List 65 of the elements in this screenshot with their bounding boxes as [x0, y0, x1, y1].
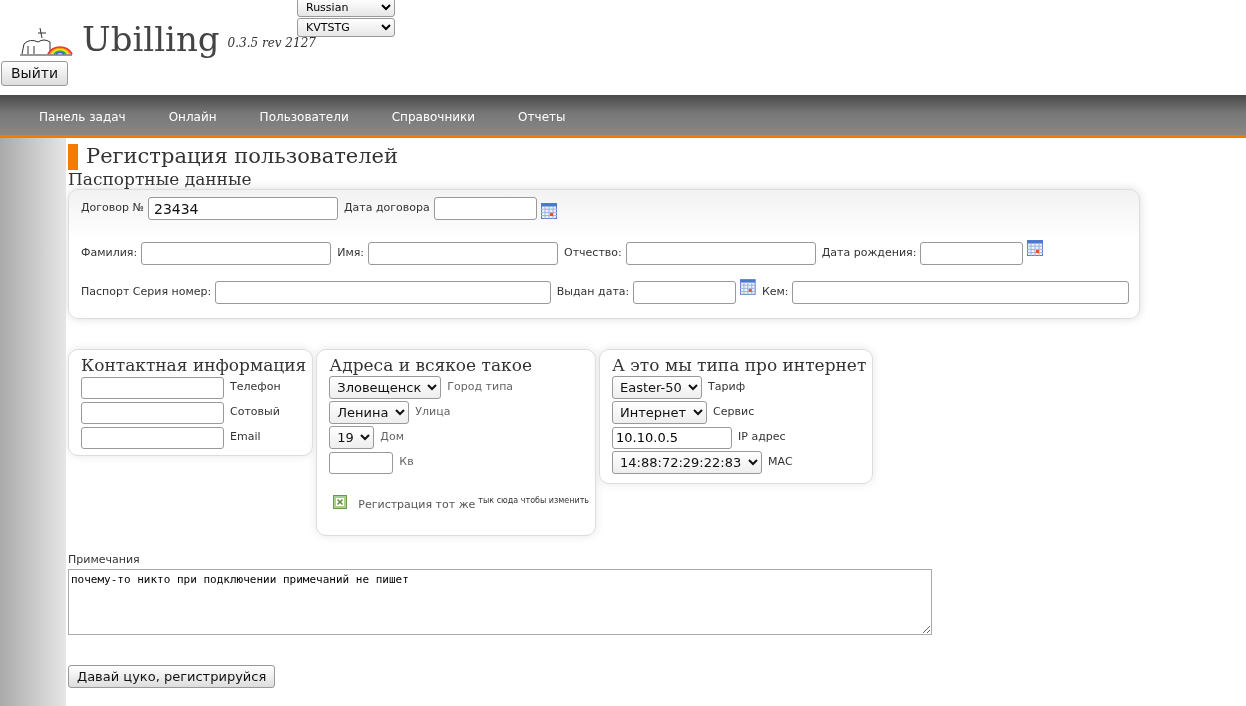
- calendar-icon: [740, 278, 756, 295]
- calendar-icon: [540, 202, 557, 219]
- field-label: Кв: [399, 454, 414, 471]
- input-field[interactable]: [792, 280, 1129, 304]
- field-label: Имя:: [337, 244, 365, 261]
- field-label: IP адрес: [738, 429, 786, 446]
- select-field[interactable]: 14:88:72:29:22:83: [612, 451, 763, 475]
- input-field[interactable]: [633, 280, 737, 304]
- field-label: Отчество:: [564, 244, 622, 261]
- version-text: 0.3.5 rev 2127: [227, 35, 316, 52]
- input-field[interactable]: [368, 241, 559, 265]
- submit-button[interactable]: Давай цуко, регистрируйся: [68, 664, 276, 689]
- skin-select[interactable]: KVTSTG: [297, 18, 395, 37]
- nav-link[interactable]: Панель задач: [39, 108, 126, 135]
- select-field[interactable]: 19: [329, 426, 375, 450]
- select-field[interactable]: Ленина: [329, 401, 410, 425]
- input-field[interactable]: [625, 241, 816, 265]
- field-label: Сервис: [713, 404, 755, 421]
- input-field[interactable]: [433, 197, 537, 221]
- field-label: Дата рождения:: [821, 244, 917, 261]
- field-label: Выдан дата:: [556, 283, 630, 300]
- field-label: Телефон: [230, 379, 281, 396]
- nav-link[interactable]: Справочники: [391, 108, 476, 135]
- checkbox-label: Регистрация тот же: [358, 496, 476, 513]
- calendar-icon: [1027, 239, 1044, 256]
- field-label: Город типа: [447, 379, 514, 396]
- field-label: Email: [230, 429, 261, 446]
- field-label: Фамилия:: [81, 244, 138, 261]
- section-title: Паспортные данные: [68, 170, 253, 189]
- select-field[interactable]: Интернет: [612, 401, 708, 425]
- nav-link[interactable]: Отчеты: [518, 108, 566, 135]
- input-field[interactable]: [329, 451, 394, 474]
- panel-title: А это мы типа про интернет: [612, 354, 867, 376]
- input-field[interactable]: [920, 241, 1024, 265]
- panel-title: Контактная информация: [81, 354, 307, 376]
- field-label: Дом: [380, 429, 404, 446]
- checkbox-icon[interactable]: [333, 495, 348, 510]
- input-field[interactable]: [215, 280, 551, 304]
- input-field[interactable]: [81, 376, 224, 399]
- field-label: Кем:: [761, 283, 789, 300]
- logout-button[interactable]: Выйти: [1, 61, 68, 86]
- field-label: Дата договора: [343, 200, 430, 217]
- select-field[interactable]: Easter-50: [612, 376, 703, 400]
- notes-field[interactable]: почему-то никто при подключении примечаний не пишет: [68, 568, 932, 635]
- nav-link[interactable]: Пользователи: [259, 108, 349, 135]
- input-field[interactable]: [81, 401, 224, 424]
- nav-link[interactable]: Онлайн: [168, 108, 217, 135]
- language-select[interactable]: Russian: [297, 0, 395, 17]
- panel-title: Адреса и всякое такое: [329, 354, 533, 376]
- field-label: Паспорт Серия номер:: [81, 283, 212, 300]
- change-link[interactable]: тык сюда чтобы изменить: [478, 495, 590, 508]
- field-label: Сотовый: [230, 404, 280, 421]
- notes-label: Примечания: [68, 552, 141, 569]
- select-field[interactable]: Зловещенск: [329, 376, 442, 400]
- input-field[interactable]: [141, 241, 332, 265]
- field-label: Договор №: [81, 200, 144, 217]
- field-label: Улица: [415, 404, 451, 421]
- logo-text: Ubilling: [82, 22, 220, 56]
- input-field[interactable]: 10.10.0.5: [612, 426, 733, 449]
- field-label: MAC: [768, 454, 793, 471]
- input-field[interactable]: [81, 426, 224, 449]
- page-title: Регистрация пользователей: [86, 145, 398, 169]
- input-field[interactable]: 23434: [147, 197, 338, 221]
- field-label: Тариф: [708, 379, 746, 396]
- title-marker: [68, 144, 78, 170]
